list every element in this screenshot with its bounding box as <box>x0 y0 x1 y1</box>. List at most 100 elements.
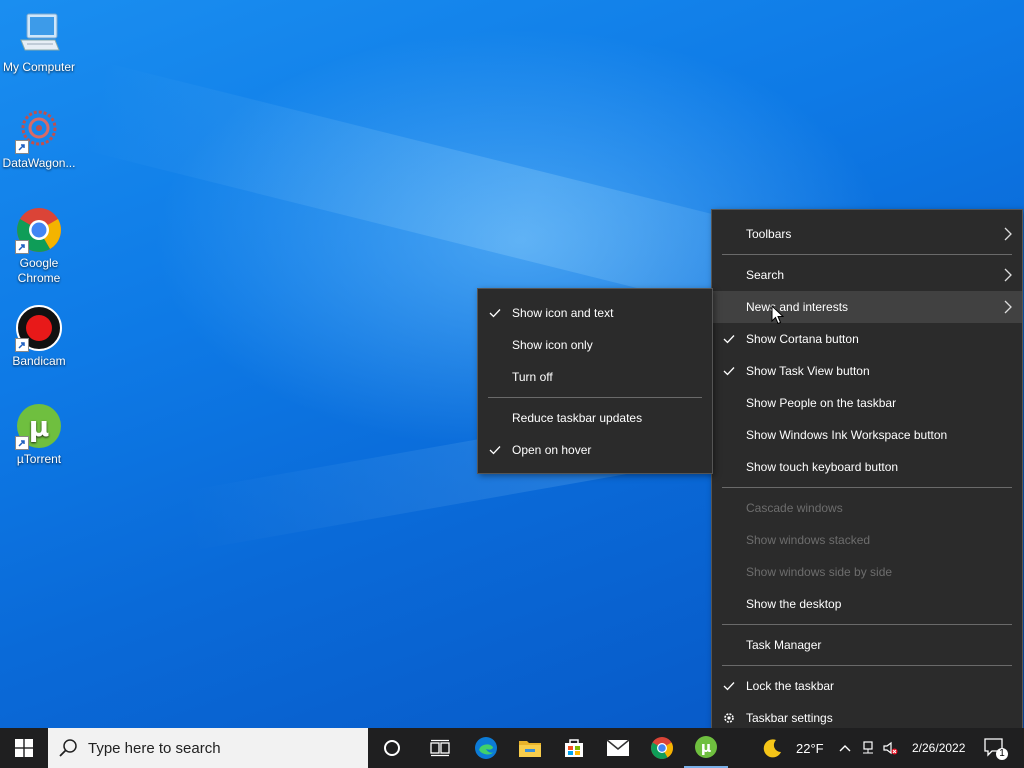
utorrent-icon: µ <box>15 402 63 450</box>
chrome-icon <box>651 737 673 759</box>
shortcut-arrow-icon <box>15 240 29 254</box>
file-explorer-icon <box>519 741 541 757</box>
submenu-item-show-icon-only[interactable]: Show icon only <box>478 329 712 361</box>
submenu-item-show-icon-and-text[interactable]: Show icon and text <box>478 297 712 329</box>
cortana-button[interactable] <box>368 728 416 768</box>
menu-item-lock-the-taskbar[interactable]: Lock the taskbar <box>712 670 1022 702</box>
network-icon[interactable] <box>860 740 876 756</box>
checkmark-icon <box>723 682 735 691</box>
menu-item-label: News and interests <box>746 300 849 314</box>
edge-icon <box>475 737 497 759</box>
menu-item-label: Show the desktop <box>746 597 842 611</box>
task-view-button[interactable] <box>416 728 464 768</box>
mouse-cursor-icon <box>771 305 784 325</box>
taskbar-edge-button[interactable] <box>464 728 508 768</box>
menu-separator <box>722 254 1012 255</box>
taskbar-date: 2/26/2022 <box>912 741 966 755</box>
taskbar-chrome-button[interactable] <box>640 728 684 768</box>
chevron-right-icon <box>1004 227 1012 241</box>
desktop-icon-google-chrome[interactable]: Google Chrome <box>0 206 78 286</box>
taskbar-store-button[interactable] <box>552 728 596 768</box>
mail-icon <box>606 739 630 756</box>
menu-item-label: Show icon only <box>512 338 593 352</box>
menu-item-label: Show touch keyboard button <box>746 460 899 474</box>
desktop-icon-datawagon[interactable]: DataWagon... <box>0 106 78 171</box>
checkmark-icon <box>489 309 501 318</box>
menu-separator <box>488 397 702 398</box>
gear-icon <box>724 713 734 723</box>
menu-item-show-task-view-button[interactable]: Show Task View button <box>712 355 1022 387</box>
menu-item-show-people[interactable]: Show People on the taskbar <box>712 387 1022 419</box>
start-button[interactable] <box>0 728 48 768</box>
menu-item-label: Taskbar settings <box>746 711 833 725</box>
shortcut-arrow-icon <box>15 140 29 154</box>
weather-temperature: 22°F <box>796 740 824 756</box>
menu-item-label: Toolbars <box>746 227 792 241</box>
menu-item-label: Reduce taskbar updates <box>512 411 643 425</box>
chevron-up-icon[interactable] <box>838 741 852 755</box>
menu-item-show-windows-side-by-side: Show windows side by side <box>712 556 1022 588</box>
desktop-icon-utorrent[interactable]: µ µTorrent <box>0 402 78 467</box>
chevron-right-icon <box>1004 268 1012 282</box>
notification-count-badge: 1 <box>996 748 1008 760</box>
volume-muted-icon[interactable] <box>882 740 898 756</box>
menu-item-label: Show icon and text <box>512 306 614 320</box>
chevron-right-icon <box>1004 300 1012 314</box>
store-icon <box>565 739 583 757</box>
menu-item-label: Show windows stacked <box>746 533 871 547</box>
menu-item-label: Open on hover <box>512 443 592 457</box>
menu-item-news-and-interests[interactable]: News and interests <box>712 291 1022 323</box>
menu-separator <box>722 665 1012 666</box>
desktop-icon-label: µTorrent <box>16 452 62 466</box>
menu-item-label: Show windows side by side <box>746 565 893 579</box>
datawagon-icon <box>15 106 63 154</box>
desktop-icon-bandicam[interactable]: Bandicam <box>0 304 78 369</box>
system-tray-icons <box>838 728 898 768</box>
weather-widget[interactable]: 22°F <box>762 728 824 768</box>
checkmark-icon <box>489 446 501 455</box>
menu-item-toolbars[interactable]: Toolbars <box>712 218 1022 250</box>
taskbar-utorrent-button[interactable]: µ <box>684 728 728 768</box>
windows-logo-icon <box>15 739 33 757</box>
menu-item-label: Show Task View button <box>746 364 870 378</box>
desktop-icon-my-computer[interactable]: My Computer <box>0 10 78 75</box>
menu-item-show-cortana-button[interactable]: Show Cortana button <box>712 323 1022 355</box>
menu-item-label: Cascade windows <box>746 501 843 515</box>
menu-item-show-the-desktop[interactable]: Show the desktop <box>712 588 1022 620</box>
submenu-item-reduce-taskbar-updates[interactable]: Reduce taskbar updates <box>478 402 712 434</box>
shortcut-arrow-icon <box>15 338 29 352</box>
utorrent-icon: µ <box>695 736 717 758</box>
menu-separator <box>722 487 1012 488</box>
taskbar-file-explorer-button[interactable] <box>508 728 552 768</box>
menu-item-task-manager[interactable]: Task Manager <box>712 629 1022 661</box>
menu-item-label: Show Cortana button <box>746 332 859 346</box>
desktop-icon-label: Google Chrome <box>17 256 61 285</box>
desktop-icon-label: Bandicam <box>12 354 66 368</box>
computer-icon <box>15 10 63 58</box>
menu-item-show-touch-keyboard[interactable]: Show touch keyboard button <box>712 451 1022 483</box>
taskbar-context-menu: Toolbars Search News and interests Show … <box>711 209 1023 735</box>
desktop-icon-label: DataWagon... <box>2 156 76 170</box>
news-and-interests-submenu: Show icon and text Show icon only Turn o… <box>477 288 713 474</box>
submenu-item-turn-off[interactable]: Turn off <box>478 361 712 393</box>
svg-text:µ: µ <box>29 410 50 443</box>
checkmark-icon <box>723 367 735 376</box>
taskbar-mail-button[interactable] <box>596 728 640 768</box>
menu-item-show-windows-ink[interactable]: Show Windows Ink Workspace button <box>712 419 1022 451</box>
menu-item-label: Lock the taskbar <box>746 679 835 693</box>
desktop-icon-label: My Computer <box>2 60 76 74</box>
cortana-icon <box>384 740 400 756</box>
task-view-icon <box>430 739 450 757</box>
chrome-icon <box>15 206 63 254</box>
taskbar-clock[interactable]: 2/26/2022 <box>912 728 965 768</box>
menu-item-show-windows-stacked: Show windows stacked <box>712 524 1022 556</box>
menu-item-search[interactable]: Search <box>712 259 1022 291</box>
svg-text:µ: µ <box>701 740 711 756</box>
action-center-button[interactable]: 1 <box>984 728 1008 768</box>
menu-item-label: Task Manager <box>746 638 822 652</box>
taskbar-search-box[interactable]: Type here to search <box>48 728 368 768</box>
menu-item-cascade-windows: Cascade windows <box>712 492 1022 524</box>
submenu-item-open-on-hover[interactable]: Open on hover <box>478 434 712 466</box>
search-icon <box>59 739 77 757</box>
checkmark-icon <box>723 335 735 344</box>
